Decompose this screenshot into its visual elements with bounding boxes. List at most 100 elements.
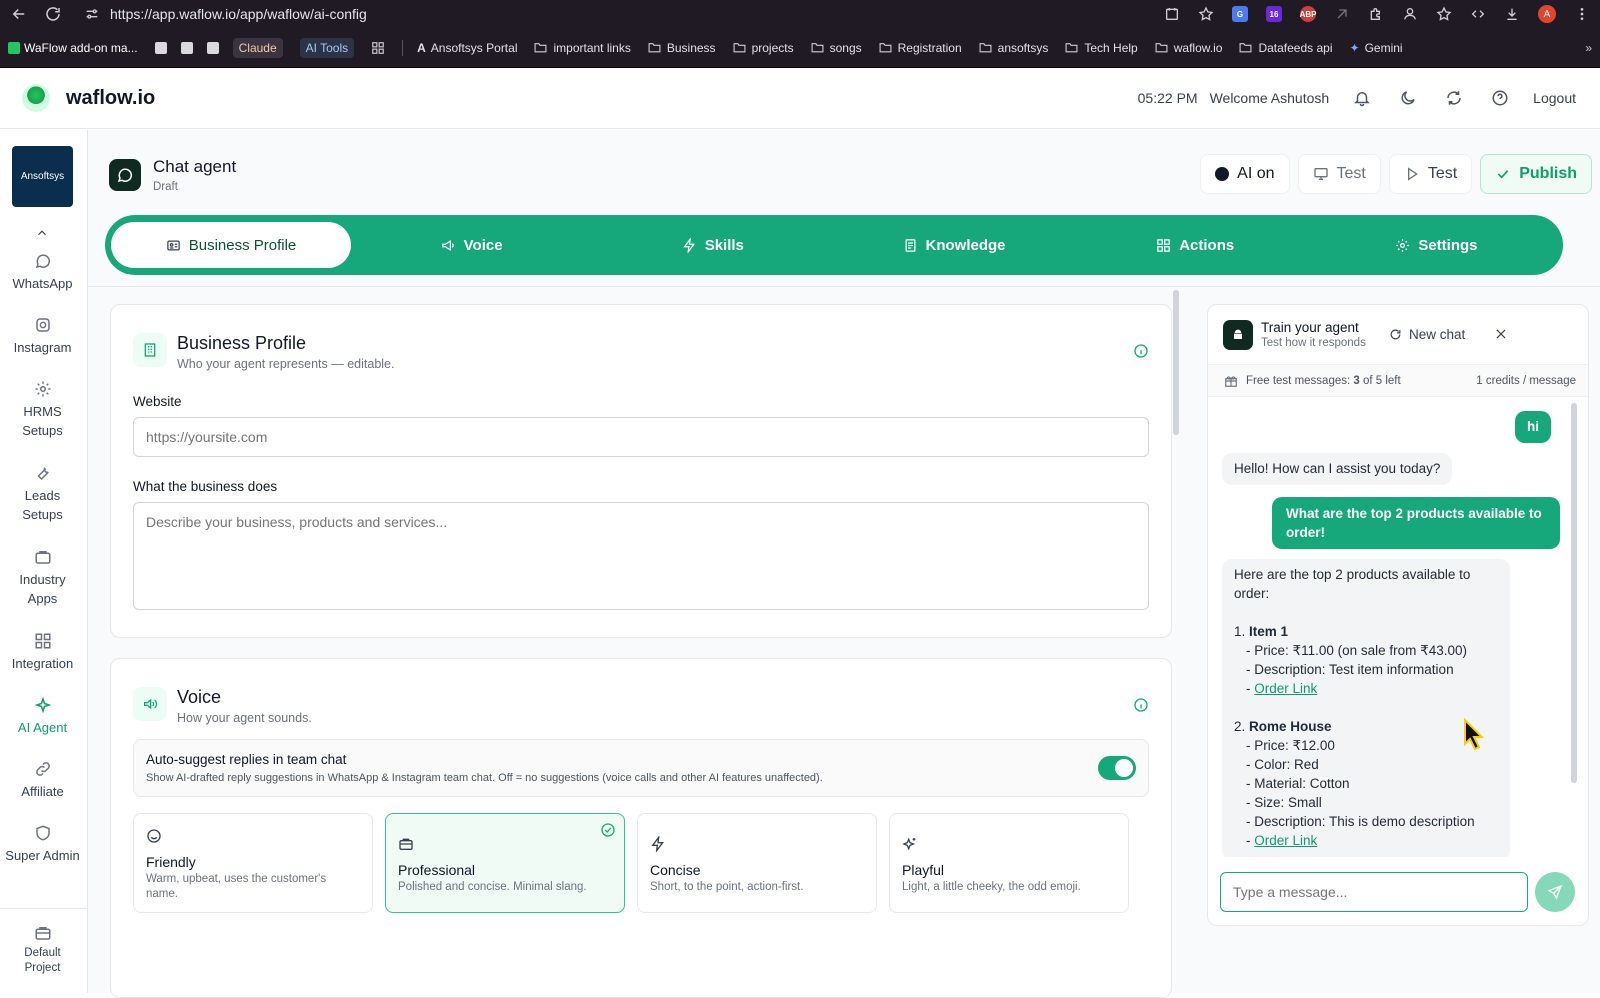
refresh-icon[interactable] <box>1445 89 1463 107</box>
help-icon[interactable] <box>1491 89 1509 107</box>
test-desktop-button[interactable]: Test <box>1297 154 1381 194</box>
reading-mode-icon[interactable] <box>1402 6 1418 22</box>
ai-on-toggle[interactable]: AI on <box>1200 154 1290 194</box>
section-title: Voice <box>177 687 222 707</box>
tone-option-playful[interactable]: Playful Light, a little cheeky, the odd … <box>889 813 1129 913</box>
chat-panel-header: Train your agent Test how it responds Ne… <box>1208 305 1588 365</box>
sidebar-item-integration[interactable]: Integration <box>0 632 85 673</box>
tab-settings[interactable]: Settings <box>1316 222 1557 268</box>
favorites-icon[interactable] <box>1436 6 1452 22</box>
business-description-textarea[interactable] <box>133 502 1149 610</box>
devtools-icon[interactable] <box>1470 6 1486 22</box>
order-link[interactable]: Order Link <box>1254 681 1317 696</box>
tab-voice[interactable]: Voice <box>351 222 592 268</box>
send-button[interactable] <box>1535 872 1575 912</box>
apps-grid-icon[interactable] <box>371 41 385 55</box>
bookmark-folder[interactable]: Business <box>648 41 716 55</box>
translate-extension-icon[interactable]: G <box>1232 6 1248 22</box>
bookmark-favicon[interactable] <box>154 41 167 54</box>
sidebar-item-hrms-setups[interactable]: HRMS Setups <box>0 380 85 440</box>
adblock-icon[interactable]: ABP <box>1300 6 1316 22</box>
bell-icon[interactable] <box>1353 89 1371 107</box>
chat-message-input[interactable] <box>1220 872 1528 912</box>
bookmark-waflow-addon[interactable]: WaFlow add-on ma... <box>8 41 138 55</box>
test-play-button[interactable]: Test <box>1388 154 1473 194</box>
bookmark-folder[interactable]: important links <box>534 40 631 55</box>
puzzle-icon[interactable] <box>1368 6 1384 22</box>
download-icon[interactable] <box>1504 6 1520 22</box>
bookmark-favicon[interactable] <box>206 41 219 54</box>
order-link[interactable]: Order Link <box>1254 833 1317 848</box>
kebab-menu-icon[interactable] <box>1574 6 1590 22</box>
moon-icon[interactable] <box>1399 89 1417 107</box>
bookmark-folder[interactable]: ansoftsys <box>979 41 1048 55</box>
back-icon[interactable] <box>10 5 28 23</box>
bookmark-folder[interactable]: songs <box>811 41 862 55</box>
logout-button[interactable]: Logout <box>1533 90 1576 106</box>
info-icon[interactable] <box>1133 343 1149 359</box>
bookmark-label: Datafeeds api <box>1258 40 1333 55</box>
info-icon[interactable] <box>1133 697 1149 713</box>
bookmark-ansoftsys-portal[interactable]: A Ansoftsys Portal <box>417 41 517 55</box>
bookmark-claude[interactable]: Claude <box>232 37 283 58</box>
sidebar-item-label: HRMS Setups <box>22 404 63 438</box>
bookmark-star-icon[interactable] <box>1198 6 1214 22</box>
profile-avatar[interactable]: A <box>1538 5 1556 23</box>
bookmark-label: WaFlow add-on ma... <box>24 40 138 55</box>
bookmark-label: projects <box>751 40 794 55</box>
new-chat-button[interactable]: New chat <box>1389 327 1465 342</box>
sidebar-item-affiliate[interactable]: Affiliate <box>0 760 85 801</box>
sidebar-item-default-project[interactable]: Default Project <box>0 924 85 976</box>
bookmark-folder[interactable]: Datafeeds api <box>1239 40 1333 55</box>
tab-label: Actions <box>1179 236 1235 254</box>
folder-icon <box>979 43 992 53</box>
close-icon[interactable] <box>1494 327 1508 341</box>
bookmark-label: songs <box>829 40 862 55</box>
tab-label: Voice <box>463 236 503 254</box>
bookmark-folder[interactable]: Registration <box>879 41 962 55</box>
tone-option-professional[interactable]: Professional Polished and concise. Minim… <box>385 813 625 913</box>
bookmark-folder[interactable]: projects <box>733 41 794 55</box>
extension-badge-icon[interactable]: 16 <box>1266 6 1282 22</box>
sidebar-item-ai-agent[interactable]: AI Agent <box>0 696 85 737</box>
website-input[interactable] <box>133 417 1149 457</box>
message-line: order: <box>1234 586 1270 601</box>
bookmark-favicon[interactable] <box>180 41 193 54</box>
tab-skills[interactable]: Skills <box>592 222 833 268</box>
briefcase-icon <box>399 838 413 850</box>
bookmark-ai-tools[interactable]: AI Tools <box>299 37 355 58</box>
publish-button[interactable]: Publish <box>1480 154 1592 194</box>
extension-icon[interactable] <box>1334 6 1350 22</box>
bookmark-gemini[interactable]: ✦ Gemini <box>1350 41 1403 55</box>
bookmark-label: important links <box>553 40 631 55</box>
chat-scrollbar[interactable] <box>1571 403 1577 783</box>
bookmark-folder[interactable]: waflow.io <box>1155 41 1222 55</box>
tab-actions[interactable]: Actions <box>1075 222 1316 268</box>
install-app-icon[interactable] <box>1164 6 1180 22</box>
sidebar-item-instagram[interactable]: Instagram <box>0 316 85 357</box>
more-bookmarks-icon[interactable]: » <box>1585 41 1592 55</box>
address-bar[interactable]: https://app.waflow.io/app/waflow/ai-conf… <box>84 6 367 22</box>
chevron-up-icon[interactable] <box>35 226 49 240</box>
sidebar-item-leads-setups[interactable]: Leads Setups <box>0 464 85 524</box>
train-agent-panel: Train your agent Test how it responds Ne… <box>1207 304 1589 926</box>
bookmark-folder[interactable]: Tech Help <box>1065 41 1138 55</box>
gift-icon <box>1225 376 1237 387</box>
sidebar-item-super-admin[interactable]: Super Admin <box>0 824 85 865</box>
auto-suggest-switch[interactable] <box>1098 756 1136 780</box>
list-number: 1. <box>1234 624 1250 639</box>
tone-option-concise[interactable]: Concise Short, to the point, action-firs… <box>637 813 877 913</box>
tab-business-profile[interactable]: Business Profile <box>111 222 351 268</box>
sidebar-item-industry-apps[interactable]: Industry Apps <box>0 548 85 608</box>
message-line: 1. Item 1 <box>1234 622 1498 641</box>
reload-icon[interactable] <box>44 5 62 23</box>
tone-name: Professional <box>398 862 476 878</box>
tab-knowledge[interactable]: Knowledge <box>833 222 1074 268</box>
content-scrollbar[interactable] <box>1173 290 1179 435</box>
tone-option-friendly[interactable]: Friendly Warm, upbeat, uses the customer… <box>133 813 373 913</box>
sidebar-item-whatsapp[interactable]: WhatsApp <box>0 252 85 293</box>
site-settings-icon[interactable] <box>84 6 100 22</box>
list-number: 2. <box>1234 719 1250 734</box>
folder-icon <box>1155 43 1168 53</box>
org-logo[interactable]: Ansoftsys <box>12 146 73 207</box>
